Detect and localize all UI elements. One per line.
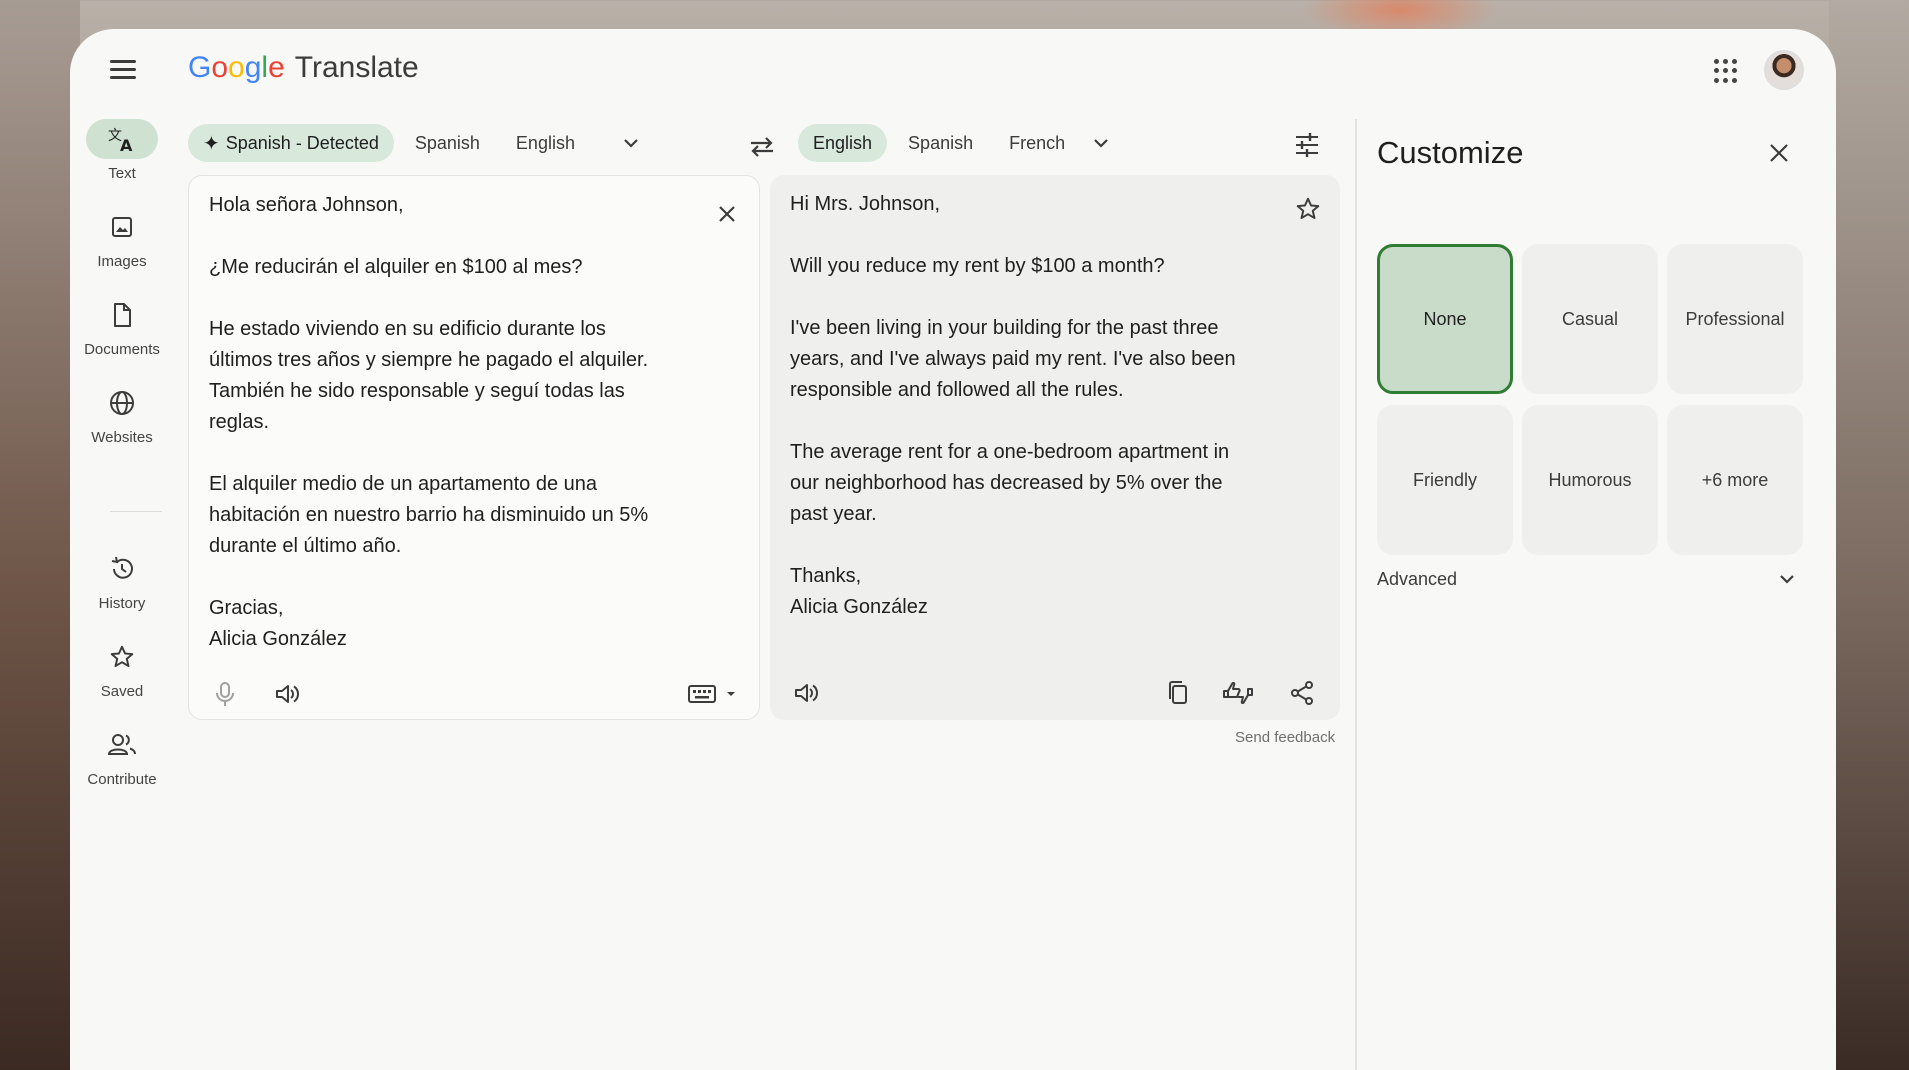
target-lang-french[interactable]: French (994, 124, 1080, 162)
source-lang-spanish[interactable]: Spanish (400, 124, 495, 162)
logo-letter: o (228, 51, 245, 84)
product-name: Translate (294, 51, 419, 84)
google-apps-icon[interactable] (1714, 59, 1738, 83)
rail-label: Images (97, 253, 147, 270)
microphone-icon (216, 682, 234, 706)
close-icon (719, 206, 735, 222)
rail-label: Documents (84, 341, 160, 358)
people-icon (86, 725, 158, 765)
sparkle-icon: ✦ (203, 132, 220, 155)
close-customize-button[interactable] (1761, 135, 1797, 171)
share-translation-button[interactable] (1284, 675, 1320, 711)
keyboard-icon (688, 685, 735, 703)
image-icon (86, 207, 158, 247)
chevron-down-icon (1094, 139, 1108, 148)
google-translate-logo[interactable]: Google Translate (188, 51, 419, 85)
close-icon (1770, 144, 1788, 162)
advanced-section-toggle[interactable]: Advanced (1377, 559, 1797, 599)
translate-window: Google Translate 文A Text Images Document… (70, 29, 1836, 1070)
rail-label: Websites (91, 429, 153, 446)
speaker-icon (795, 684, 819, 702)
logo-letter: o (211, 51, 229, 84)
svg-text:A: A (120, 136, 133, 153)
tone-professional[interactable]: Professional (1667, 244, 1803, 394)
clear-source-button[interactable] (709, 196, 745, 232)
logo-letter: e (268, 51, 285, 84)
document-icon (86, 295, 158, 335)
swap-languages-button[interactable] (742, 127, 782, 167)
tune-icon (1296, 133, 1318, 157)
rail-item-history[interactable]: History (70, 549, 174, 612)
advanced-label: Advanced (1377, 568, 1458, 589)
customize-title: Customize (1377, 135, 1524, 170)
globe-icon (86, 383, 158, 423)
rail-label: History (98, 595, 146, 612)
chevron-down-icon (1780, 575, 1794, 584)
swap-icon (751, 137, 773, 157)
keyboard-button[interactable] (683, 676, 743, 712)
listen-translation-button[interactable] (788, 675, 824, 711)
rail-item-documents[interactable]: Documents (70, 295, 174, 358)
logo-letter: l (261, 51, 269, 84)
rail-item-websites[interactable]: Websites (70, 383, 174, 446)
rail-item-images[interactable]: Images (70, 207, 174, 270)
rail-item-contribute[interactable]: Contribute (70, 725, 174, 788)
rail-divider (110, 511, 162, 512)
tone-more[interactable]: +6 more (1667, 405, 1803, 555)
target-text-panel: Hi Mrs. Johnson, Will you reduce my rent… (770, 175, 1340, 720)
copy-translation-button[interactable] (1160, 675, 1196, 711)
tone-casual[interactable]: Casual (1522, 244, 1658, 394)
source-lang-english[interactable]: English (501, 124, 590, 162)
rail-label: Contribute (87, 771, 157, 788)
save-translation-button[interactable] (1290, 191, 1326, 227)
listen-source-button[interactable] (269, 676, 305, 712)
target-language-bar: English Spanish French (798, 123, 1120, 163)
share-icon (1291, 681, 1313, 705)
rail-label: Saved (100, 683, 144, 700)
source-lang-more-button[interactable] (612, 124, 650, 162)
customize-panel: Customize None Casual Professional Frien… (1355, 119, 1821, 1070)
rail-item-text[interactable]: 文A Text (70, 119, 174, 182)
thumbs-up-down-icon (1223, 681, 1253, 705)
target-lang-more-button[interactable] (1082, 124, 1120, 162)
rail-item-saved[interactable]: Saved (70, 637, 174, 700)
speaker-icon (276, 685, 300, 703)
history-icon (86, 549, 158, 589)
microphone-button[interactable] (207, 676, 243, 712)
menu-icon[interactable] (108, 57, 138, 83)
tone-none[interactable]: None (1377, 244, 1513, 394)
source-language-bar: ✦ Spanish - Detected Spanish English (188, 123, 650, 163)
app-header: Google Translate (70, 29, 1836, 113)
detected-language-label: Spanish - Detected (225, 132, 379, 153)
detected-language-chip[interactable]: ✦ Spanish - Detected (188, 124, 394, 162)
star-icon (86, 637, 158, 677)
avatar[interactable] (1764, 50, 1804, 90)
send-feedback-link[interactable]: Send feedback (1235, 729, 1335, 746)
logo-letter: g (244, 51, 262, 84)
translate-icon: 文A (86, 119, 158, 159)
source-text[interactable]: Hola señora Johnson, ¿Me reducirán el al… (209, 190, 689, 655)
chevron-down-icon (624, 139, 638, 148)
target-lang-spanish[interactable]: Spanish (893, 124, 988, 162)
tone-humorous[interactable]: Humorous (1522, 405, 1658, 555)
rail-label: Text (108, 165, 136, 182)
customize-settings-button[interactable] (1287, 125, 1327, 165)
target-lang-english[interactable]: English (798, 124, 888, 162)
rate-translation-button[interactable] (1220, 675, 1256, 711)
tone-friendly[interactable]: Friendly (1377, 405, 1513, 555)
copy-icon (1169, 681, 1187, 704)
star-icon (1296, 197, 1320, 220)
translated-text: Hi Mrs. Johnson, Will you reduce my rent… (790, 193, 1236, 618)
logo-letter: G (188, 51, 212, 84)
source-text-panel[interactable]: Hola señora Johnson, ¿Me reducirán el al… (188, 175, 760, 720)
